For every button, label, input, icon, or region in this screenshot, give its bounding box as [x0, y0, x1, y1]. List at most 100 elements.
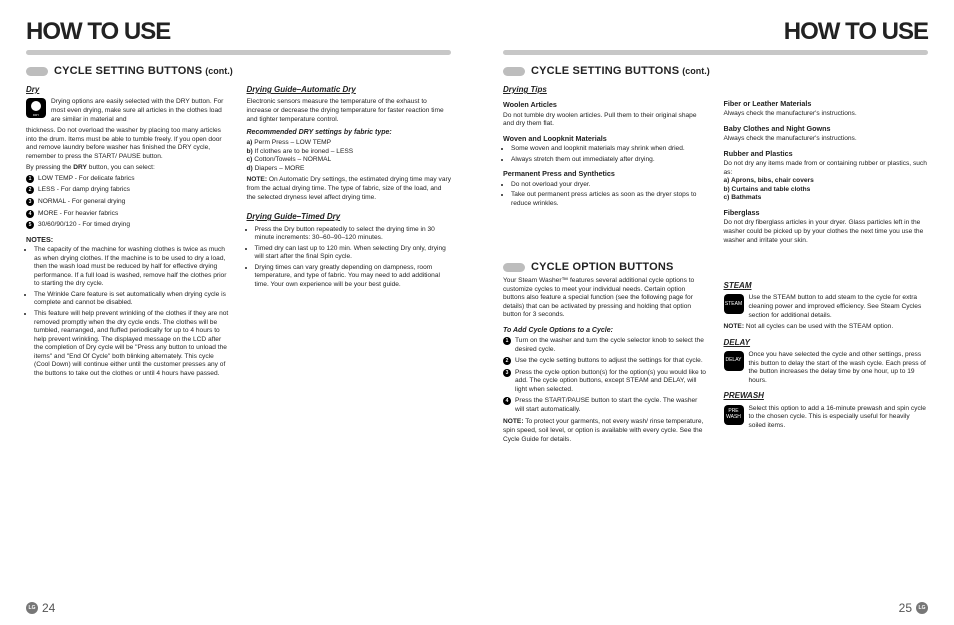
reco-d: d) Diapers – MORE [247, 165, 452, 174]
delay-icon: DELAY [724, 351, 744, 371]
list-item: Take out permanent press articles as soo… [511, 191, 708, 208]
list-item: LOW TEMP - For delicate fabrics [26, 175, 231, 184]
dry-intro-text: Drying options are easily selected with … [51, 98, 231, 124]
list-item: The capacity of the machine for washing … [34, 246, 231, 289]
fiberglass-head: Fiberglass [724, 208, 929, 217]
reco-c: c) Cotton/Towels – NORMAL [247, 156, 452, 165]
rubber-head: Rubber and Plastics [724, 149, 929, 158]
subhead-auto-dry: Drying Guide–Automatic Dry [247, 85, 452, 95]
list-item: Drying times can vary greatly depending … [255, 264, 452, 290]
section-cont: (cont.) [682, 66, 710, 76]
list-item: Press the Dry button repeatedly to selec… [255, 226, 452, 243]
section-heading: CYCLE SETTING BUTTONS (cont.) [503, 65, 928, 77]
prewash-text: Select this option to add a 16-minute pr… [749, 405, 929, 431]
woolen-text: Do not tumble dry woolen articles. Pull … [503, 112, 708, 129]
prewash-head: PREWASH [724, 391, 929, 401]
column-2: Fiber or Leather Materials Always check … [724, 81, 929, 245]
baby-head: Baby Clothes and Night Gowns [724, 124, 929, 133]
notes-head: NOTES: [26, 235, 231, 244]
list-item: MORE - For heavier fabrics [26, 210, 231, 219]
section-pill-icon [26, 67, 48, 76]
auto-dry-text: Electronic sensors measure the temperatu… [247, 98, 452, 124]
baby-text: Always check the manufacturer's instruct… [724, 135, 929, 144]
lg-logo-icon: LG [26, 602, 38, 614]
columns: Drying Tips Woolen Articles Do not tumbl… [503, 81, 928, 245]
list-item: Some woven and loopknit materials may sh… [511, 145, 708, 154]
section-pill-icon [503, 67, 525, 76]
dry-intro-text-2: thickness. Do not overload the washer by… [26, 127, 231, 161]
title-divider [26, 50, 451, 55]
steam-icon: STEAM [724, 294, 744, 314]
page-title: HOW TO USE [503, 18, 928, 46]
list-item: Always stretch them out immediately afte… [511, 156, 708, 165]
steam-note: NOTE: Not all cycles can be used with th… [724, 323, 929, 332]
list-item: NORMAL - For general drying [26, 198, 231, 207]
reco-a: a) a) Perm Press – LOW TEMPPerm Press – … [247, 139, 452, 148]
add-options-head: To Add Cycle Options to a Cycle: [503, 326, 708, 335]
page-title: HOW TO USE [26, 18, 451, 46]
rubber-b: b) Curtains and table cloths [724, 186, 929, 195]
list-item: 30/60/90/120 - For timed drying [26, 221, 231, 230]
subhead-timed-dry: Drying Guide–Timed Dry [247, 212, 452, 222]
section-title: CYCLE OPTION BUTTONS [531, 261, 674, 273]
notes-list: The capacity of the machine for washing … [26, 246, 231, 378]
prewash-icon: PRE WASH [724, 405, 744, 425]
column-1: Dry DRY Drying options are easily select… [26, 81, 231, 383]
subhead-drying-tips: Drying Tips [503, 85, 708, 95]
perm-head: Permanent Press and Synthetics [503, 169, 708, 178]
rubber-a: a) Aprons, bibs, chair covers [724, 177, 929, 186]
section-heading: CYCLE SETTING BUTTONS (cont.) [26, 65, 451, 77]
list-item: The Wrinkle Care feature is set automati… [34, 291, 231, 308]
column-2: Drying Guide–Automatic Dry Electronic se… [247, 81, 452, 383]
woven-head: Woven and Loopknit Materials [503, 134, 708, 143]
list-item: LESS - For damp drying fabrics [26, 186, 231, 195]
press-line: By pressing the DRY button, you can sele… [26, 164, 231, 173]
reco-head: Recommended DRY settings by fabric type: [247, 128, 452, 137]
steam-head: STEAM [724, 281, 929, 291]
title-divider [503, 50, 928, 55]
prewash-row: PRE WASH Select this option to add a 16-… [724, 405, 929, 431]
rubber-text: Do not dry any items made from or contai… [724, 160, 929, 177]
manual-spread: HOW TO USE CYCLE SETTING BUTTONS (cont.)… [0, 0, 954, 625]
section-cont: (cont.) [205, 66, 233, 76]
list-item: Turn on the washer and turn the cycle se… [503, 337, 708, 354]
option-intro: Your Steam Washer™ features several addi… [503, 277, 708, 320]
fiberglass-text: Do not dry fiberglass articles in your d… [724, 219, 929, 245]
section-title: CYCLE SETTING BUTTONS [54, 65, 202, 77]
list-item: Do not overload your dryer. [511, 181, 708, 190]
delay-text: Once you have selected the cycle and oth… [749, 351, 929, 385]
rubber-c: c) Bathmats [724, 194, 929, 203]
list-item: Press the START/PAUSE button to start th… [503, 397, 708, 414]
dry-intro: DRY Drying options are easily selected w… [26, 98, 231, 124]
woolen-head: Woolen Articles [503, 100, 708, 109]
page-number: LG 24 [26, 601, 55, 615]
section-heading-2: CYCLE OPTION BUTTONS [503, 261, 928, 273]
steam-row: STEAM Use the STEAM button to add steam … [724, 294, 929, 320]
fiber-head: Fiber or Leather Materials [724, 99, 929, 108]
section-pill-icon [503, 263, 525, 272]
columns-2: Your Steam Washer™ features several addi… [503, 277, 928, 444]
reco-b: b) If clothes are to be ironed – LESS [247, 148, 452, 157]
delay-head: DELAY [724, 338, 929, 348]
dry-icon: DRY [26, 98, 46, 118]
column-2: STEAM STEAM Use the STEAM button to add … [724, 277, 929, 444]
list-item: Press the cycle option button(s) for the… [503, 369, 708, 395]
dry-options: LOW TEMP - For delicate fabrics LESS - F… [26, 175, 231, 230]
column-1: Drying Tips Woolen Articles Do not tumbl… [503, 81, 708, 245]
fiber-text: Always check the manufacturer's instruct… [724, 110, 929, 119]
page-24: HOW TO USE CYCLE SETTING BUTTONS (cont.)… [0, 0, 477, 625]
steam-text: Use the STEAM button to add steam to the… [749, 294, 929, 320]
subhead-dry: Dry [26, 85, 231, 95]
section-title: CYCLE SETTING BUTTONS [531, 65, 679, 77]
timed-list: Press the Dry button repeatedly to selec… [247, 226, 452, 290]
lg-logo-icon: LG [916, 602, 928, 614]
add-steps: Turn on the washer and turn the cycle se… [503, 337, 708, 415]
columns: Dry DRY Drying options are easily select… [26, 81, 451, 383]
delay-row: DELAY Once you have selected the cycle a… [724, 351, 929, 385]
option-note: NOTE: To protect your garments, not ever… [503, 418, 708, 444]
list-item: This feature will help prevent wrinkling… [34, 310, 231, 379]
column-1: Your Steam Washer™ features several addi… [503, 277, 708, 444]
page-number: 25 LG [899, 601, 928, 615]
perm-list: Do not overload your dryer. Take out per… [503, 181, 708, 209]
list-item: Timed dry can last up to 120 min. When s… [255, 245, 452, 262]
